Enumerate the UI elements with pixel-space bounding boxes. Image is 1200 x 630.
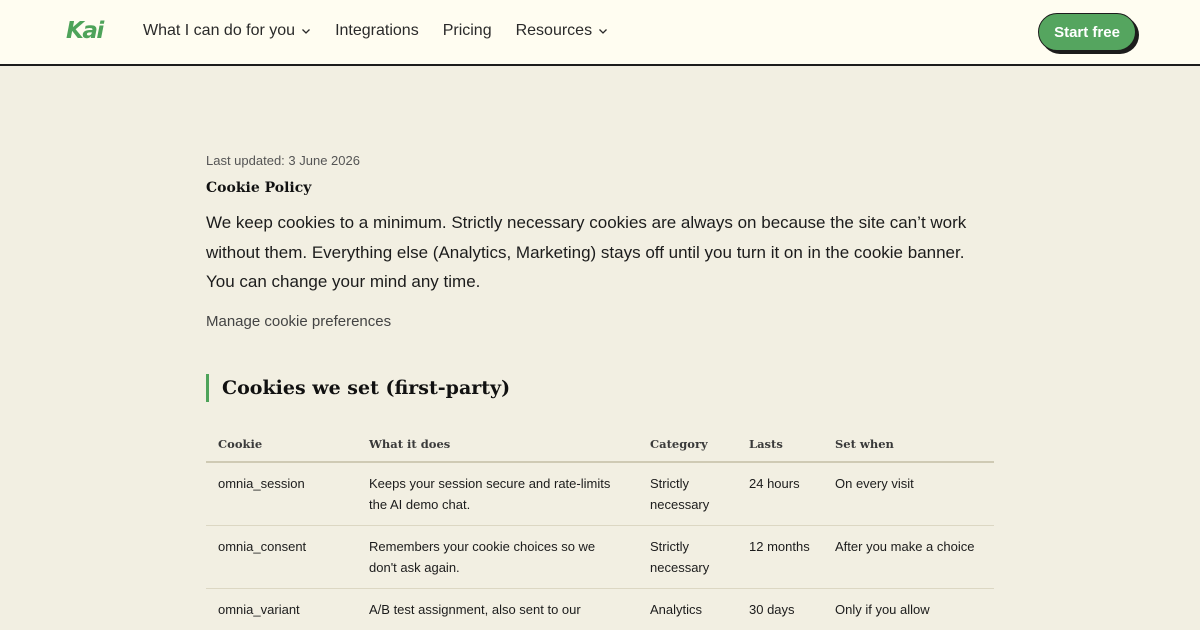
nav-resources[interactable]: Resources [516,22,608,40]
category-cell: Strictly necessary [638,461,737,526]
page-title: Cookie Policy [206,180,312,196]
cookies-table: Cookie What it does Category Lasts Set w… [206,427,994,630]
start-free-button[interactable]: Start free [1038,13,1136,51]
description-cell: Keeps your session secure and rate-limit… [357,461,638,526]
description-cell: A/B test assignment, also sent to our [357,588,638,630]
cookie-name-cell: omnia_session [206,461,357,526]
duration-cell: 30 days [737,588,823,630]
set-when-cell: Only if you allow [823,588,994,630]
nav-what-i-can-do[interactable]: What I can do for you [143,22,311,40]
main-nav: What I can do for you Integrations Prici… [143,22,632,40]
nav-label: What I can do for you [143,22,296,39]
duration-cell: 24 hours [737,461,823,526]
chevron-down-icon [599,29,608,34]
category-cell: Strictly necessary [638,525,737,589]
manage-cookie-preferences-link[interactable]: Manage cookie preferences [206,312,994,332]
intro-paragraph: We keep cookies to a minimum. Strictly n… [206,213,967,291]
section-heading: Cookies we set (first-party) [206,373,994,402]
kai-logo[interactable]: Kai [66,18,104,44]
table-row: omnia_consent Remembers your cookie choi… [206,525,994,589]
set-when-cell: After you make a choice [823,525,994,589]
site-header: Kai What I can do for you Integrations P… [0,0,1200,66]
chevron-down-icon [302,29,311,34]
cookie-name-cell: omnia_consent [206,525,357,589]
column-header: Cookie [206,427,357,463]
cookie-name-cell: omnia_variant [206,588,357,630]
table-row: omnia_session Keeps your session secure … [206,461,994,526]
policy-content: Last updated: 3 June 2026 Cookie Policy … [206,152,994,630]
category-cell: Analytics [638,588,737,630]
column-header: Lasts [737,427,823,463]
nav-label: Resources [515,22,593,39]
table-row: omnia_variant A/B test assignment, also … [206,588,994,630]
column-header: What it does [357,427,638,463]
column-header: Set when [823,427,994,463]
last-updated: Last updated: 3 June 2026 [206,153,360,168]
description-cell: Remembers your cookie choices so we don'… [357,525,638,589]
set-when-cell: On every visit [823,461,994,526]
duration-cell: 12 months [737,525,823,589]
start-free-button-wrap: Start free [1038,13,1139,54]
column-header: Category [638,427,737,463]
nav-pricing[interactable]: Pricing [443,22,492,40]
nav-label: Pricing [442,22,492,39]
nav-label: Integrations [335,22,419,39]
table-header-row: Cookie What it does Category Lasts Set w… [206,427,994,463]
nav-integrations[interactable]: Integrations [335,22,419,40]
